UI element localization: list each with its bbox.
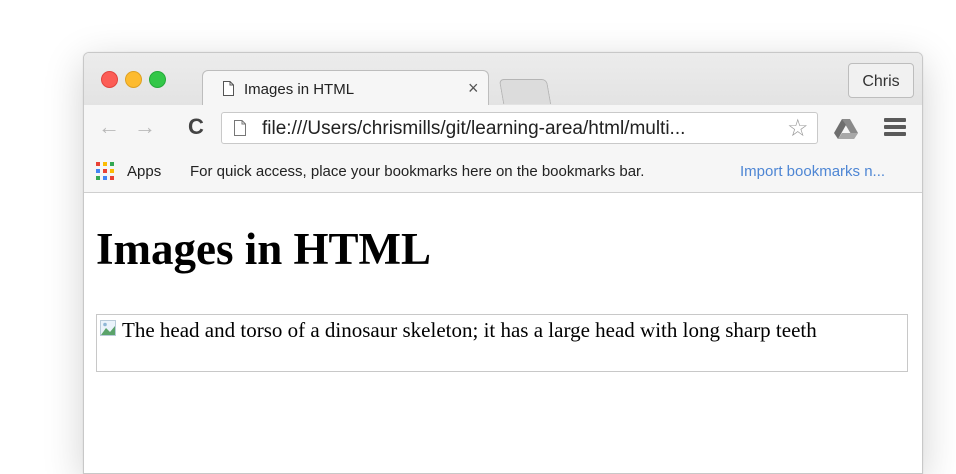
url-text[interactable]: file:///Users/chrismills/git/learning-ar… — [262, 118, 685, 140]
back-button[interactable]: ← — [98, 115, 120, 139]
minimize-window-button[interactable] — [125, 71, 142, 88]
reload-button[interactable]: C — [188, 115, 204, 139]
forward-button[interactable]: → — [134, 115, 156, 139]
menu-icon[interactable] — [884, 118, 906, 136]
new-tab-button[interactable] — [498, 79, 552, 104]
import-bookmarks-link[interactable]: Import bookmarks n... — [740, 163, 885, 180]
close-window-button[interactable] — [101, 71, 118, 88]
image-alt-text: The head and torso of a dinosaur skeleto… — [122, 318, 817, 342]
tab-close-icon[interactable]: × — [468, 78, 479, 98]
tab-title: Images in HTML — [244, 81, 355, 98]
page-icon — [234, 120, 246, 136]
address-bar[interactable]: file:///Users/chrismills/git/learning-ar… — [221, 112, 818, 144]
tab-images-in-html[interactable]: Images in HTML × — [202, 70, 489, 107]
apps-icon[interactable] — [96, 162, 114, 180]
bookmarks-bar: Apps For quick access, place your bookma… — [84, 149, 922, 193]
maximize-window-button[interactable] — [149, 71, 166, 88]
browser-window: Images in HTML × Chris ← → C file:///Use… — [83, 52, 923, 474]
page-title: Images in HTML — [96, 224, 432, 274]
page-content: Images in HTML The head and torso of a d… — [84, 193, 922, 473]
page-icon — [223, 81, 234, 96]
navigation-toolbar: ← → C file:///Users/chrismills/git/learn… — [84, 105, 922, 149]
profile-button[interactable]: Chris — [848, 63, 914, 98]
title-bar: Images in HTML × Chris — [84, 53, 922, 107]
bookmarks-hint: For quick access, place your bookmarks h… — [190, 163, 645, 180]
google-drive-icon[interactable] — [834, 119, 858, 139]
broken-image-icon — [100, 320, 116, 336]
bookmark-star-icon[interactable]: ☆ — [787, 114, 809, 143]
apps-link[interactable]: Apps — [127, 163, 161, 180]
broken-image: The head and torso of a dinosaur skeleto… — [96, 314, 908, 372]
